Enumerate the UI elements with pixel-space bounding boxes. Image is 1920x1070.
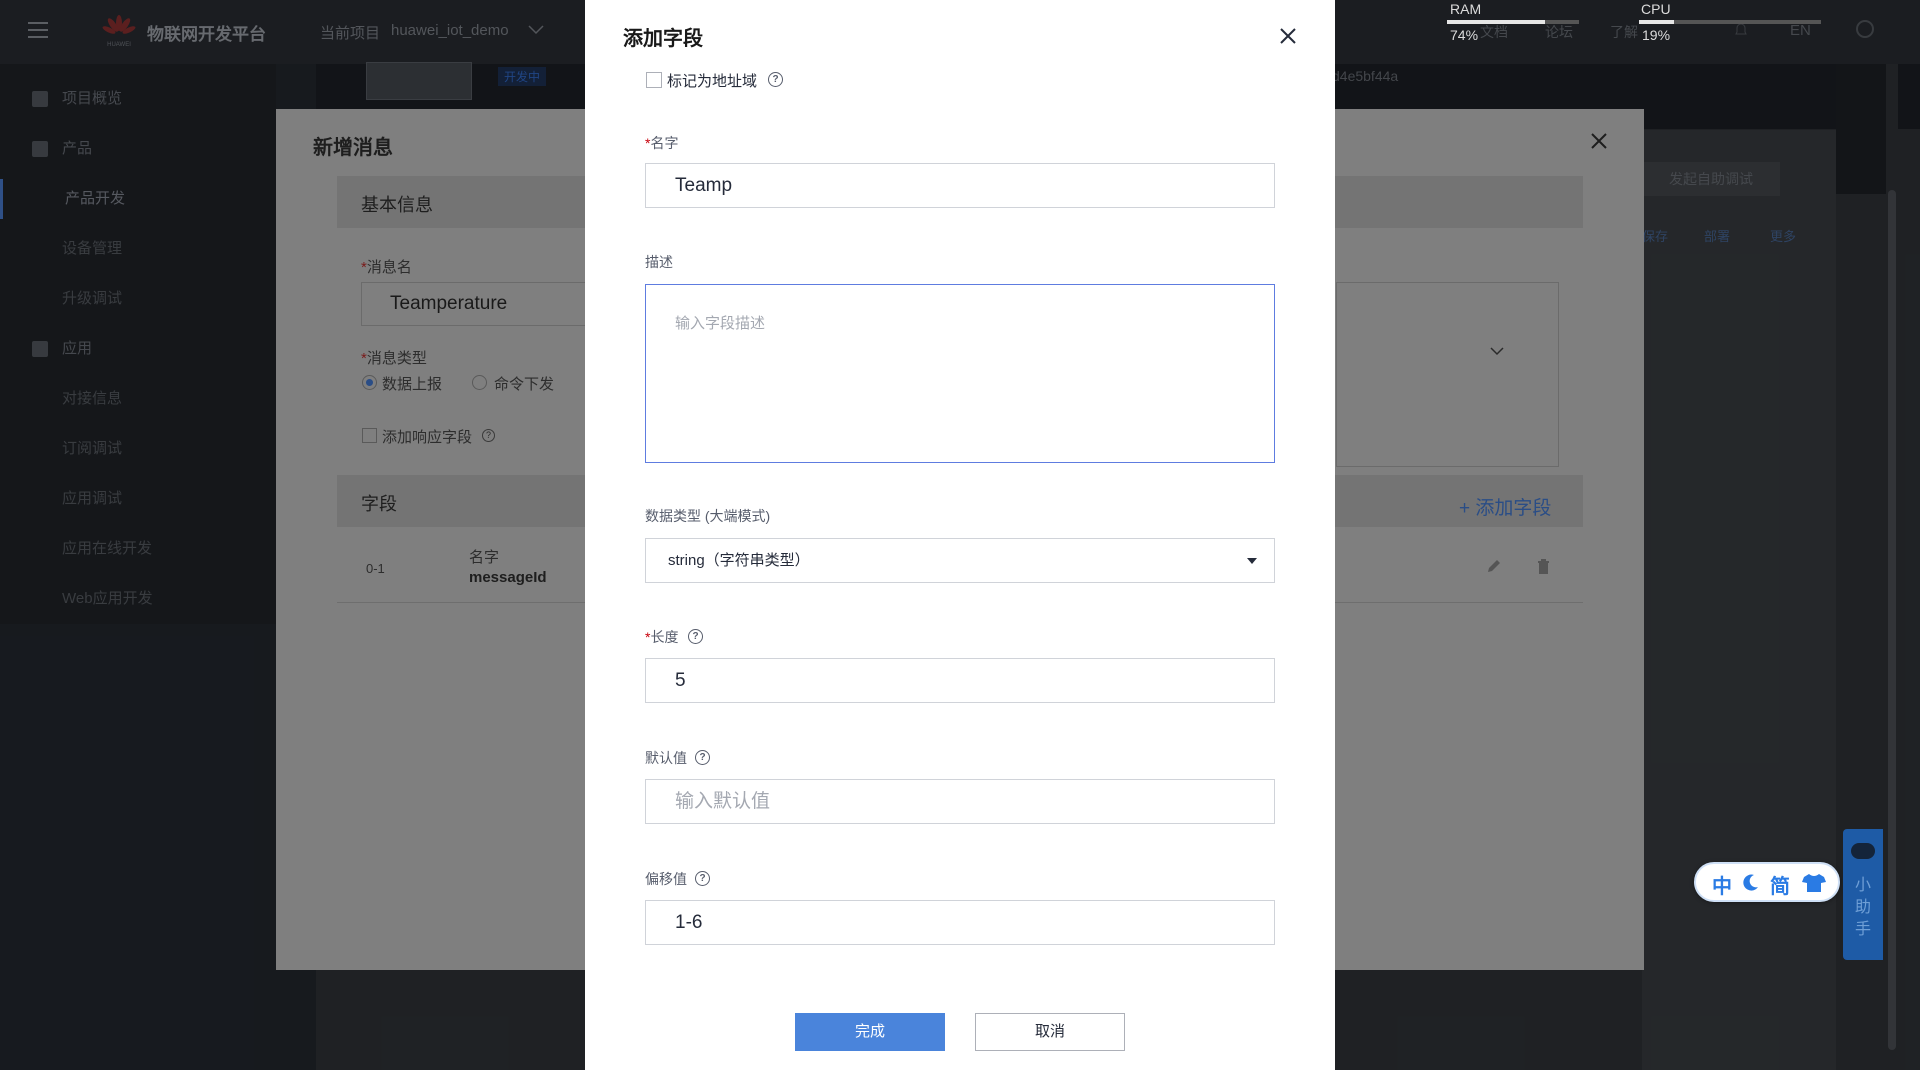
- add-field-dialog: 添加字段 标记为地址域 ? *名字 描述 数据类型 (大端模式) string（…: [585, 0, 1335, 1070]
- done-button[interactable]: 完成: [795, 1013, 945, 1051]
- add-response-label: 添加响应字段: [382, 429, 473, 446]
- ram-value: 74%: [1450, 27, 1479, 43]
- name-label: *名字: [645, 135, 679, 151]
- radio-command[interactable]: [472, 375, 487, 390]
- help-icon[interactable]: ?: [695, 750, 710, 765]
- name-input[interactable]: [645, 163, 1275, 208]
- ime-toolbar[interactable]: 中 简: [1694, 862, 1840, 902]
- assistant-widget[interactable]: 小助手: [1843, 829, 1883, 960]
- default-value-input[interactable]: [645, 779, 1275, 824]
- modal-title: 新增消息: [313, 137, 393, 159]
- close-icon[interactable]: [1278, 26, 1298, 46]
- offset-label: 偏移值: [645, 871, 687, 887]
- default-value-label: 默认值: [645, 750, 687, 766]
- message-type-label: *消息类型: [361, 350, 427, 367]
- caret-down-icon: [1247, 558, 1257, 564]
- data-type-select[interactable]: string（字符串类型）: [645, 538, 1275, 583]
- moon-icon[interactable]: [1742, 870, 1760, 899]
- radio-data-report[interactable]: [362, 375, 377, 390]
- data-type-value: string（字符串类型）: [668, 552, 810, 569]
- ram-label: RAM: [1450, 1, 1482, 17]
- edit-icon[interactable]: [1486, 558, 1502, 574]
- add-field-button[interactable]: + 添加字段: [1459, 493, 1551, 520]
- cancel-button[interactable]: 取消: [975, 1013, 1125, 1051]
- radio-command-label: 命令下发: [494, 376, 555, 393]
- description-label: 描述: [645, 254, 673, 270]
- cpu-label: CPU: [1641, 1, 1671, 17]
- dialog-title: 添加字段: [623, 28, 703, 50]
- field-row-value: messageId: [469, 569, 547, 586]
- length-input[interactable]: [645, 658, 1275, 703]
- field-row-index: 0-1: [366, 561, 385, 576]
- chevron-down-icon[interactable]: [1490, 344, 1504, 358]
- address-field-label: 标记为地址域: [667, 73, 758, 90]
- length-label: *长度: [645, 629, 679, 645]
- field-row-key: 名字: [469, 549, 500, 566]
- ime-simplified-mode[interactable]: 简: [1770, 870, 1790, 899]
- data-type-label: 数据类型 (大端模式): [645, 508, 771, 524]
- assistant-label: 小助手: [1855, 877, 1872, 938]
- help-icon[interactable]: ?: [695, 871, 710, 886]
- delete-icon[interactable]: [1537, 558, 1550, 574]
- radio-data-report-label: 数据上报: [382, 376, 443, 393]
- plus-icon: +: [1459, 498, 1476, 519]
- address-field-checkbox[interactable]: [646, 72, 662, 88]
- message-name-label: *消息名: [361, 259, 412, 276]
- offset-input[interactable]: [645, 900, 1275, 945]
- robot-icon: [1851, 843, 1875, 859]
- help-icon[interactable]: ?: [482, 429, 495, 442]
- ime-chinese-mode[interactable]: 中: [1712, 870, 1732, 899]
- close-icon[interactable]: [1589, 131, 1609, 151]
- cpu-meter-fill: [1639, 20, 1674, 24]
- help-icon[interactable]: ?: [768, 72, 783, 87]
- description-input[interactable]: [645, 284, 1275, 463]
- skin-icon[interactable]: [1802, 870, 1826, 899]
- message-description-input[interactable]: [1336, 282, 1559, 467]
- cpu-value: 19%: [1642, 27, 1671, 43]
- ram-meter-fill: [1447, 20, 1545, 24]
- help-icon[interactable]: ?: [688, 629, 703, 644]
- message-name-input[interactable]: Teamperature: [361, 282, 621, 326]
- add-response-checkbox[interactable]: [362, 428, 377, 443]
